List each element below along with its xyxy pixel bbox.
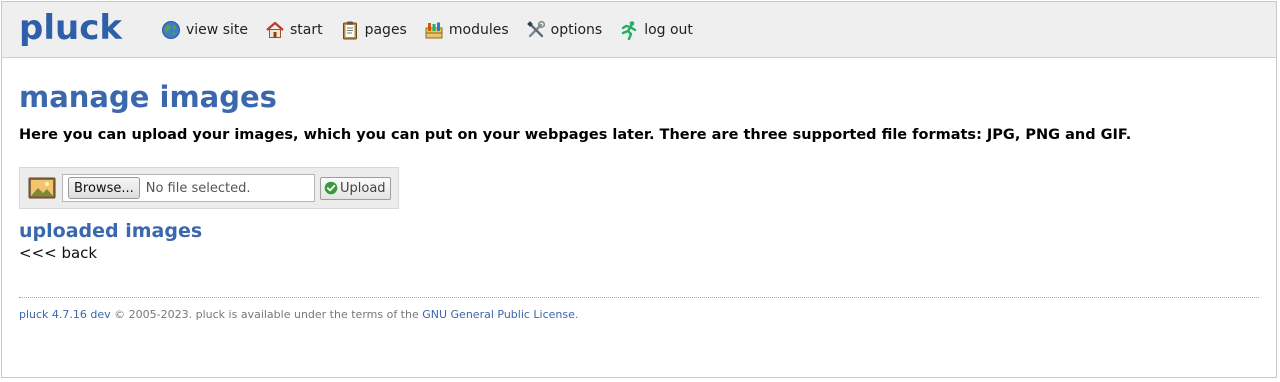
home-icon (266, 21, 284, 38)
check-icon (324, 181, 338, 195)
nav-start-label: start (289, 21, 323, 38)
logo[interactable]: pluck (19, 8, 161, 48)
browse-button[interactable]: Browse... (68, 177, 140, 199)
nav-options-label: options (550, 21, 603, 38)
upload-button[interactable]: Upload (320, 176, 391, 200)
license-link[interactable]: GNU General Public License (422, 308, 575, 321)
modules-icon (425, 22, 443, 38)
nav-view-site[interactable]: view site (161, 20, 248, 40)
version-link[interactable]: pluck 4.7.16 dev (19, 308, 111, 321)
nav-pages-label: pages (364, 21, 407, 38)
nav-start[interactable]: start (265, 20, 323, 40)
nav-log-out[interactable]: log out (619, 20, 693, 40)
nav-log-out-label: log out (644, 21, 693, 38)
footer-text: © 2005-2023. pluck is available under th… (110, 308, 423, 321)
image-icon (28, 177, 56, 199)
page-title: manage images (19, 80, 277, 114)
running-man-icon (622, 20, 637, 40)
main-content: manage images Here you can upload your i… (2, 58, 1276, 262)
file-status: No file selected. (145, 180, 251, 196)
file-input[interactable]: Browse... No file selected. (62, 174, 315, 202)
main-nav: view site start pages modules options lo… (161, 20, 710, 40)
intro-text: Here you can upload your images, which y… (19, 127, 1132, 143)
back-link[interactable]: <<< back (19, 244, 97, 262)
footer-end: . (574, 308, 579, 321)
uploaded-images-title: uploaded images (19, 220, 203, 242)
nav-modules[interactable]: modules (424, 20, 509, 40)
app-frame: pluck view site start pages modules opti… (1, 1, 1277, 378)
clipboard-icon (342, 21, 357, 39)
upload-button-label: Upload (340, 180, 386, 196)
footer: pluck 4.7.16 dev © 2005-2023. pluck is a… (19, 297, 1259, 321)
nav-modules-label: modules (448, 21, 509, 38)
tools-icon (526, 20, 545, 37)
nav-view-site-label: view site (186, 21, 248, 38)
header: pluck view site start pages modules opti… (2, 2, 1276, 58)
nav-options[interactable]: options (526, 20, 603, 40)
upload-form: Browse... No file selected. Upload (19, 167, 399, 209)
globe-icon (162, 20, 180, 39)
nav-pages[interactable]: pages (340, 20, 407, 40)
